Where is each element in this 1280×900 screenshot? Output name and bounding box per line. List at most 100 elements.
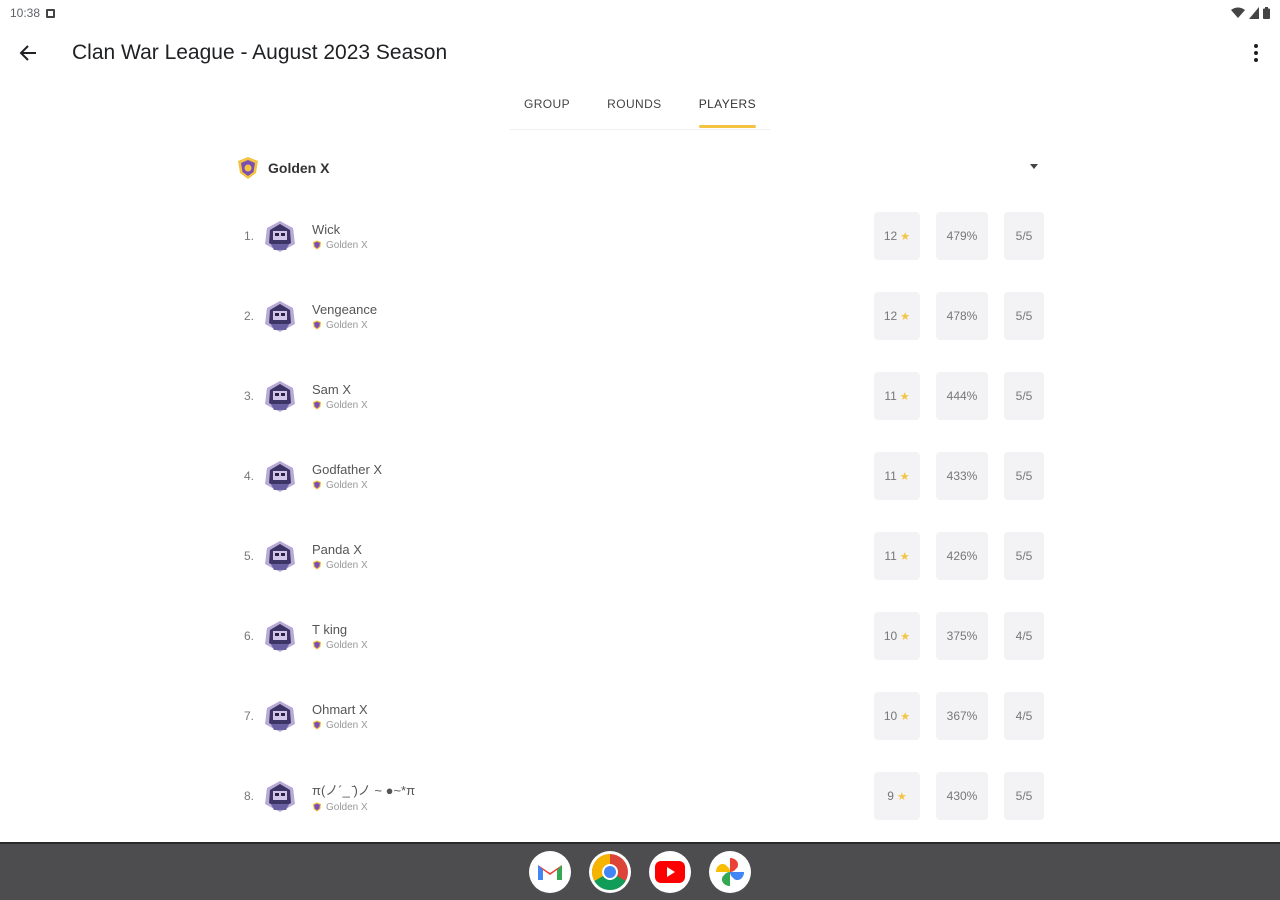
- star-icon: ★: [900, 710, 911, 723]
- player-name: Ohmart X: [312, 701, 368, 717]
- destruction-chip: 433%: [936, 452, 988, 500]
- stars-chip: 12 ★: [874, 212, 920, 260]
- stars-value: 9: [887, 789, 894, 803]
- player-stats: 10 ★ 367% 4/5: [874, 692, 1044, 740]
- player-clan: Golden X: [312, 320, 377, 331]
- player-rank: 5.: [243, 549, 254, 563]
- back-arrow-icon: [19, 45, 36, 61]
- player-row[interactable]: 7. Ohmart X Golden X 10 ★ 367% 4/5: [236, 676, 1044, 756]
- more-vert-dot: [1254, 51, 1258, 55]
- stars-value: 12: [883, 229, 898, 243]
- destruction-chip: 478%: [936, 292, 988, 340]
- star-icon: ★: [899, 390, 910, 403]
- attacks-chip: 4/5: [1004, 692, 1044, 740]
- clan-badge-icon: [312, 320, 322, 330]
- clan-badge-icon: [238, 157, 258, 179]
- stars-chip: 11 ★: [874, 452, 920, 500]
- youtube-icon: [655, 861, 685, 883]
- stars-chip: 10 ★: [874, 692, 920, 740]
- destruction-chip: 479%: [936, 212, 988, 260]
- status-left: 10:38: [10, 6, 56, 20]
- player-stats: 11 ★ 426% 5/5: [874, 532, 1044, 580]
- chrome-app[interactable]: [589, 851, 631, 893]
- star-icon: ★: [896, 790, 907, 803]
- stars-value: 10: [883, 629, 898, 643]
- player-row[interactable]: 6. T king Golden X 10 ★ 375% 4/5: [236, 596, 1044, 676]
- wifi-icon: [1231, 7, 1245, 18]
- chrome-icon: [591, 854, 628, 891]
- clan-selector[interactable]: Golden X: [236, 150, 1044, 186]
- player-rank: 6.: [243, 629, 254, 643]
- clan-badge-icon: [312, 640, 322, 650]
- gmail-app[interactable]: [529, 851, 571, 893]
- player-name: T king: [312, 621, 348, 637]
- destruction-chip: 426%: [936, 532, 988, 580]
- player-info: Panda X Golden X: [312, 542, 368, 571]
- more-vert-dot: [1254, 58, 1258, 62]
- player-info: Ohmart X Golden X: [312, 702, 368, 731]
- tab-players[interactable]: PLAYERS: [685, 80, 770, 128]
- player-rank: 4.: [243, 469, 254, 483]
- player-clan-name: Golden X: [326, 319, 368, 331]
- star-icon: ★: [900, 630, 911, 643]
- player-row[interactable]: 4. Godfather X Golden X 11 ★ 433% 5/5: [236, 436, 1044, 516]
- clan-name: Golden X: [268, 160, 330, 176]
- clan-badge-icon: [312, 400, 322, 410]
- status-time: 10:38: [10, 6, 41, 20]
- player-stats: 12 ★ 479% 5/5: [874, 212, 1044, 260]
- overflow-menu-button[interactable]: [1244, 38, 1268, 68]
- player-clan: Golden X: [312, 640, 368, 651]
- player-avatar-icon: [265, 701, 295, 732]
- stars-value: 11: [884, 549, 897, 563]
- player-clan: Golden X: [312, 480, 382, 491]
- clan-badge-icon: [312, 480, 322, 490]
- player-clan: Golden X: [312, 720, 368, 731]
- player-clan: Golden X: [312, 560, 368, 571]
- player-name: Vengeance: [312, 301, 378, 317]
- stars-chip: 11 ★: [874, 372, 920, 420]
- player-info: Godfather X Golden X: [312, 462, 382, 491]
- clan-badge-icon: [312, 560, 322, 570]
- player-row[interactable]: 3. Sam X Golden X 11 ★ 444% 5/5: [236, 356, 1044, 436]
- stars-value: 11: [884, 469, 897, 483]
- photos-icon: [716, 858, 744, 886]
- player-stats: 9 ★ 430% 5/5: [874, 772, 1044, 820]
- stars-value: 10: [883, 709, 898, 723]
- destruction-chip: 430%: [936, 772, 988, 820]
- player-clan-name: Golden X: [326, 639, 368, 651]
- player-clan-name: Golden X: [326, 479, 368, 491]
- player-name: π(ノ´_ ̄)ノ ~ ●~*π: [312, 782, 416, 798]
- signal-icon: [1249, 7, 1259, 19]
- attacks-chip: 5/5: [1004, 372, 1044, 420]
- player-row[interactable]: 1. Wick Golden X 12 ★ 479% 5/5: [236, 196, 1044, 276]
- player-clan-name: Golden X: [326, 559, 368, 571]
- taskbar: [0, 842, 1280, 900]
- player-row[interactable]: 5. Panda X Golden X 11 ★ 426% 5/5: [236, 516, 1044, 596]
- player-clan-name: Golden X: [326, 801, 368, 813]
- clan-badge-icon: [312, 720, 322, 730]
- app-bar: Clan War League - August 2023 Season: [0, 26, 1280, 80]
- page-title: Clan War League - August 2023 Season: [72, 41, 448, 64]
- player-stats: 11 ★ 433% 5/5: [874, 452, 1044, 500]
- player-name: Sam X: [312, 381, 352, 397]
- player-row[interactable]: 8. π(ノ´_ ̄)ノ ~ ●~*π Golden X 9 ★ 430% 5/5: [236, 756, 1044, 836]
- player-clan-name: Golden X: [326, 399, 368, 411]
- stars-chip: 11 ★: [874, 532, 920, 580]
- clan-badge-icon: [312, 802, 322, 812]
- player-row[interactable]: 2. Vengeance Golden X 12 ★ 478% 5/5: [236, 276, 1044, 356]
- destruction-chip: 444%: [936, 372, 988, 420]
- stars-value: 12: [883, 309, 898, 323]
- player-info: T king Golden X: [312, 622, 368, 651]
- player-avatar-icon: [265, 301, 295, 332]
- attacks-chip: 5/5: [1004, 212, 1044, 260]
- back-button[interactable]: [0, 26, 56, 80]
- player-info: Sam X Golden X: [312, 382, 368, 411]
- attacks-chip: 5/5: [1004, 452, 1044, 500]
- player-stats: 11 ★ 444% 5/5: [874, 372, 1044, 420]
- tab-group[interactable]: GROUP: [510, 80, 584, 128]
- photos-app[interactable]: [709, 851, 751, 893]
- tab-rounds[interactable]: ROUNDS: [593, 80, 675, 128]
- more-vert-icon: [1254, 44, 1258, 48]
- youtube-app[interactable]: [649, 851, 691, 893]
- stars-chip: 9 ★: [874, 772, 920, 820]
